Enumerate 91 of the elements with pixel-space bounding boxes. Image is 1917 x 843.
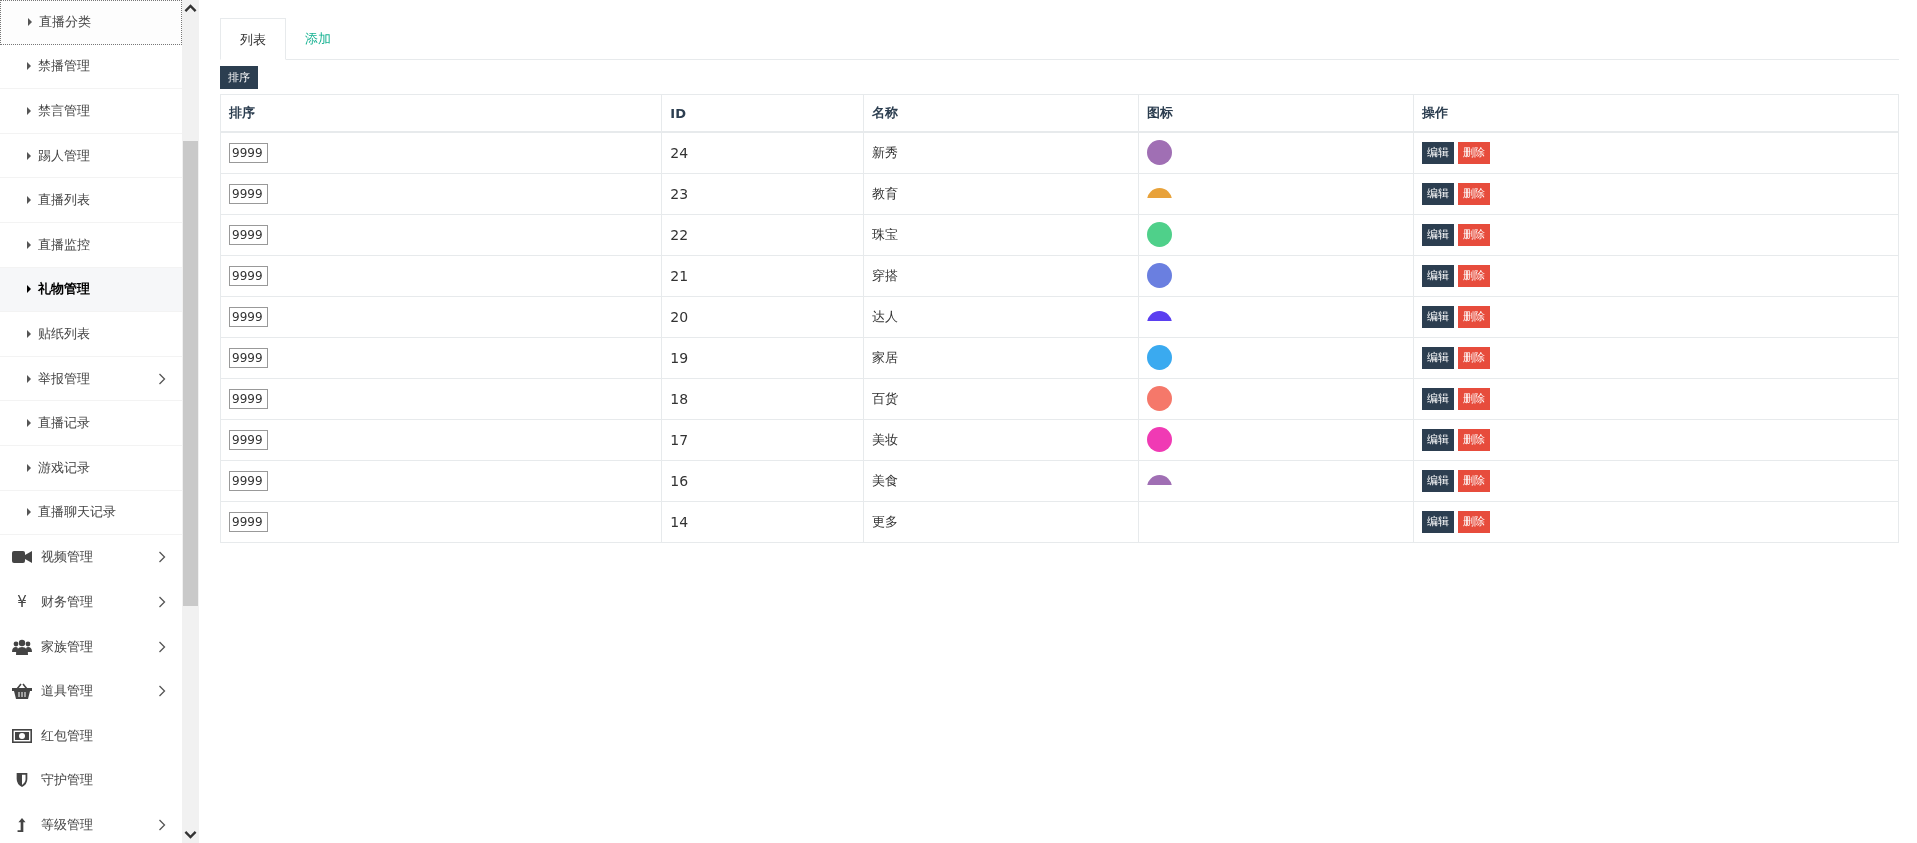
edit-button[interactable]: 编辑: [1422, 223, 1455, 246]
triangle-icon: [27, 374, 31, 383]
delete-button[interactable]: 删除: [1458, 469, 1491, 492]
delete-button[interactable]: 删除: [1458, 182, 1491, 205]
triangle-icon: [27, 508, 31, 517]
triangle-icon: [27, 329, 31, 338]
basket-icon: [12, 683, 32, 700]
edit-button[interactable]: 编辑: [1422, 510, 1455, 533]
triangle-icon: [27, 196, 31, 205]
column-header: 排序: [220, 94, 662, 132]
chevron-right-icon: [158, 685, 166, 698]
delete-button[interactable]: 删除: [1458, 428, 1491, 451]
scrollbar-thumb[interactable]: [183, 141, 198, 606]
delete-button[interactable]: 删除: [1458, 141, 1491, 164]
table-cell: 21: [661, 255, 864, 296]
yen-icon: ¥: [12, 593, 32, 611]
table-cell: 百货: [863, 378, 1139, 419]
video-camera-icon: [12, 549, 32, 566]
triangle-icon: [27, 419, 31, 428]
delete-button[interactable]: 删除: [1458, 223, 1491, 246]
sort-order-field[interactable]: 9999: [229, 511, 268, 532]
chevron-right-icon: [158, 596, 166, 608]
triangle-icon: [27, 107, 31, 115]
table-cell: 20: [661, 296, 864, 337]
sidebar-item[interactable]: 礼物管理: [0, 267, 182, 313]
sort-order-field[interactable]: 9999: [229, 347, 268, 368]
table-cell: 14: [661, 501, 864, 542]
sort-order-field[interactable]: 9999: [229, 429, 268, 450]
edit-button[interactable]: 编辑: [1422, 428, 1455, 451]
triangle-icon: [27, 151, 31, 160]
edit-button[interactable]: 编辑: [1422, 469, 1455, 492]
delete-button[interactable]: 删除: [1458, 305, 1491, 328]
table-cell: 达人: [863, 296, 1139, 337]
triangle-icon: [27, 240, 31, 249]
users-icon: [12, 638, 32, 655]
table-cell: 19: [661, 337, 864, 378]
column-header: 图标: [1138, 94, 1414, 132]
banknote-icon: [12, 727, 32, 744]
sidebar-item[interactable]: ¥ 财务管理: [0, 579, 182, 625]
table-cell: 更多: [863, 501, 1139, 542]
delete-button[interactable]: 删除: [1458, 346, 1491, 369]
table-cell: 美食: [863, 460, 1139, 501]
sort-order-field[interactable]: 9999: [229, 388, 268, 409]
triangle-icon: [27, 463, 31, 472]
chevron-right-icon: [158, 551, 166, 564]
sort-order-field[interactable]: 9999: [229, 470, 268, 491]
table-cell: 新秀: [863, 132, 1139, 173]
triangle-icon: [27, 285, 31, 294]
triangle-icon: [28, 18, 32, 27]
sidebar-item[interactable]: 红包管理: [0, 713, 182, 759]
column-header: 操作: [1413, 94, 1899, 132]
edit-button[interactable]: 编辑: [1422, 387, 1455, 410]
triangle-icon: [27, 62, 31, 71]
edit-button[interactable]: 编辑: [1422, 141, 1455, 164]
sidebar-item[interactable]: 家族管理: [0, 624, 182, 669]
tab[interactable]: 列表: [220, 18, 286, 60]
edit-button[interactable]: 编辑: [1422, 346, 1455, 369]
sidebar-item[interactable]: 守护管理: [0, 758, 182, 803]
edit-button[interactable]: 编辑: [1422, 182, 1455, 205]
table-cell: 教育: [863, 173, 1139, 214]
table-cell: 17: [661, 419, 864, 460]
table-cell: 23: [661, 173, 864, 214]
column-header: 名称: [863, 94, 1139, 132]
sort-order-field[interactable]: 9999: [229, 265, 268, 286]
sidebar-item[interactable]: 道具管理: [0, 668, 182, 714]
delete-button[interactable]: 删除: [1458, 387, 1491, 410]
sort-button[interactable]: 排序: [220, 66, 258, 89]
sidebar-item[interactable]: 等级管理: [0, 802, 182, 843]
table-cell: 16: [661, 460, 864, 501]
table-cell: 家居: [863, 337, 1139, 378]
edit-button[interactable]: 编辑: [1422, 305, 1455, 328]
sort-order-field[interactable]: 9999: [229, 142, 268, 163]
chevron-right-icon: [158, 819, 166, 831]
sort-order-field[interactable]: 9999: [229, 224, 268, 245]
sort-order-field[interactable]: 9999: [229, 306, 268, 327]
table-cell: 美妆: [863, 419, 1139, 460]
sidebar-item[interactable]: 视频管理: [0, 535, 182, 580]
delete-button[interactable]: 删除: [1458, 510, 1491, 533]
sort-order-field[interactable]: 9999: [229, 183, 268, 204]
table-cell: 穿搭: [863, 255, 1139, 296]
table-cell: 24: [661, 132, 864, 173]
chevron-right-icon: [158, 640, 166, 653]
table-cell: 22: [661, 214, 864, 255]
edit-button[interactable]: 编辑: [1422, 264, 1455, 287]
chevron-right-icon: [158, 372, 166, 385]
sidebar-item[interactable]: 直播分类: [0, 0, 182, 45]
delete-button[interactable]: 删除: [1458, 264, 1491, 287]
scrollbar[interactable]: [182, 0, 199, 843]
table-cell: 18: [661, 378, 864, 419]
column-header: ID: [661, 94, 864, 132]
table-cell: 珠宝: [863, 214, 1139, 255]
